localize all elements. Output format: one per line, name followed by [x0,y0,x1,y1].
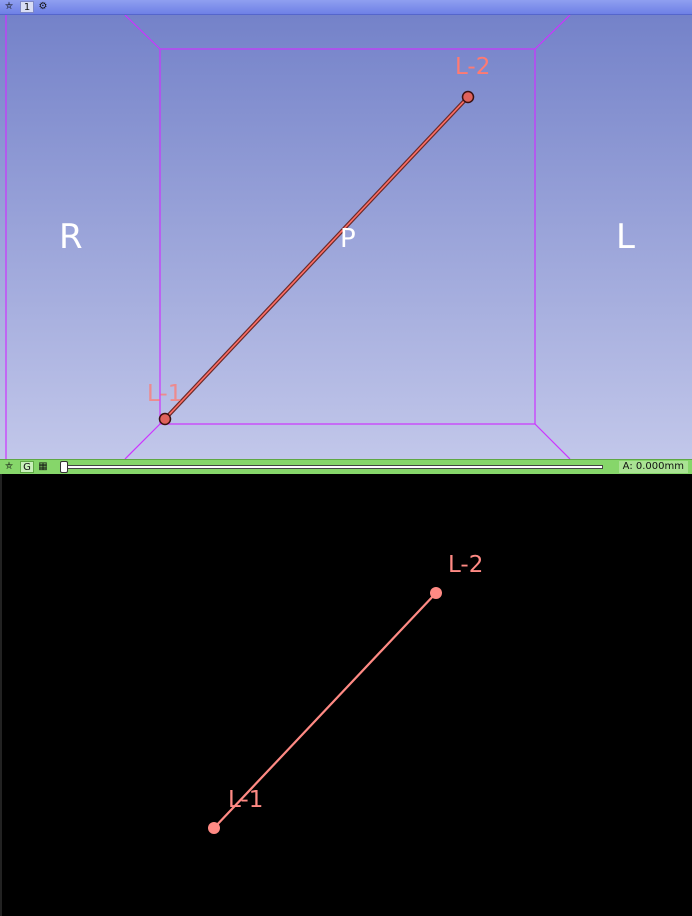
slice-scene [0,474,442,916]
slice-controller-bar: ⛤ G ▦ A: 0.000mm [0,459,692,474]
view3d-canvas[interactable]: R L P L-2 L-1 [0,15,692,459]
view3d-controller-bar: ⛤ 1 ⚙ [0,0,692,15]
markup-point-l2[interactable] [430,587,442,599]
view-number-button[interactable]: 1 [20,1,34,13]
gear-icon[interactable]: ⚙ [36,1,50,13]
bounding-box-edge [124,15,161,50]
slice-slider-handle[interactable] [60,461,68,473]
pin-icon[interactable]: ⛤ [2,461,16,473]
pin-icon[interactable]: ⛤ [2,1,16,13]
orientation-label-right: L [616,217,635,257]
layers-icon[interactable]: ▦ [36,461,50,473]
slice-slider-track[interactable] [60,465,603,469]
slice-view-canvas[interactable]: L-2 L-1 [0,474,692,916]
bounding-box-edge [124,423,161,459]
view-label-button[interactable]: G [20,461,34,473]
markup-label-l2: L-2 [448,552,484,578]
markup-line[interactable] [164,96,469,420]
markup-label-l2: L-2 [455,54,491,80]
markup-label-l1: L-1 [147,381,183,407]
bounding-box [5,15,571,459]
orientation-label-left: R [59,217,83,257]
bounding-box-edge [534,423,571,459]
markup-point-l2[interactable] [461,90,475,104]
markup-label-l1: L-1 [228,787,264,813]
markup-point-l1[interactable] [158,412,172,426]
bounding-box-edge [534,15,571,50]
orientation-label-center: P [340,224,356,254]
markup-point-l1[interactable] [208,822,220,834]
slice-offset-readout: A: 0.000mm [618,461,688,473]
